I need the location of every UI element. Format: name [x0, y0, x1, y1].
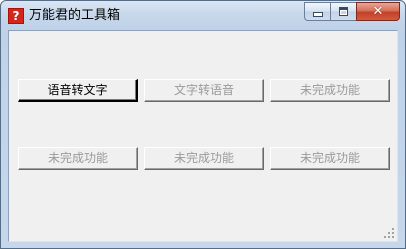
minimize-icon: [312, 12, 323, 17]
close-icon: ✕: [372, 4, 384, 19]
minimize-button[interactable]: [304, 2, 330, 21]
client-area: 语音转文字 文字转语音 未完成功能 未完成功能 未完成功能 未完成功能: [8, 30, 398, 242]
app-window: ? 万能君的工具箱 ✕ 语音转文字 文字转语音 未完成功能 未完成功能 未完成功…: [0, 0, 406, 249]
unfinished-feature-button-4[interactable]: 未完成功能: [270, 147, 390, 170]
window-title: 万能君的工具箱: [29, 8, 121, 23]
maximize-icon: [339, 7, 348, 16]
speech-to-text-button[interactable]: 语音转文字: [18, 79, 138, 102]
close-button[interactable]: ✕: [356, 2, 400, 21]
caption-buttons: ✕: [304, 2, 400, 21]
text-to-speech-button[interactable]: 文字转语音: [144, 79, 264, 102]
maximize-button[interactable]: [330, 2, 356, 21]
resize-grip-icon[interactable]: [383, 227, 395, 239]
unfinished-feature-button-1[interactable]: 未完成功能: [270, 79, 390, 102]
unfinished-feature-button-2[interactable]: 未完成功能: [18, 147, 138, 170]
title-bar[interactable]: ? 万能君的工具箱 ✕: [1, 1, 405, 31]
question-mark-icon[interactable]: ?: [8, 8, 24, 24]
unfinished-feature-button-3[interactable]: 未完成功能: [144, 147, 264, 170]
